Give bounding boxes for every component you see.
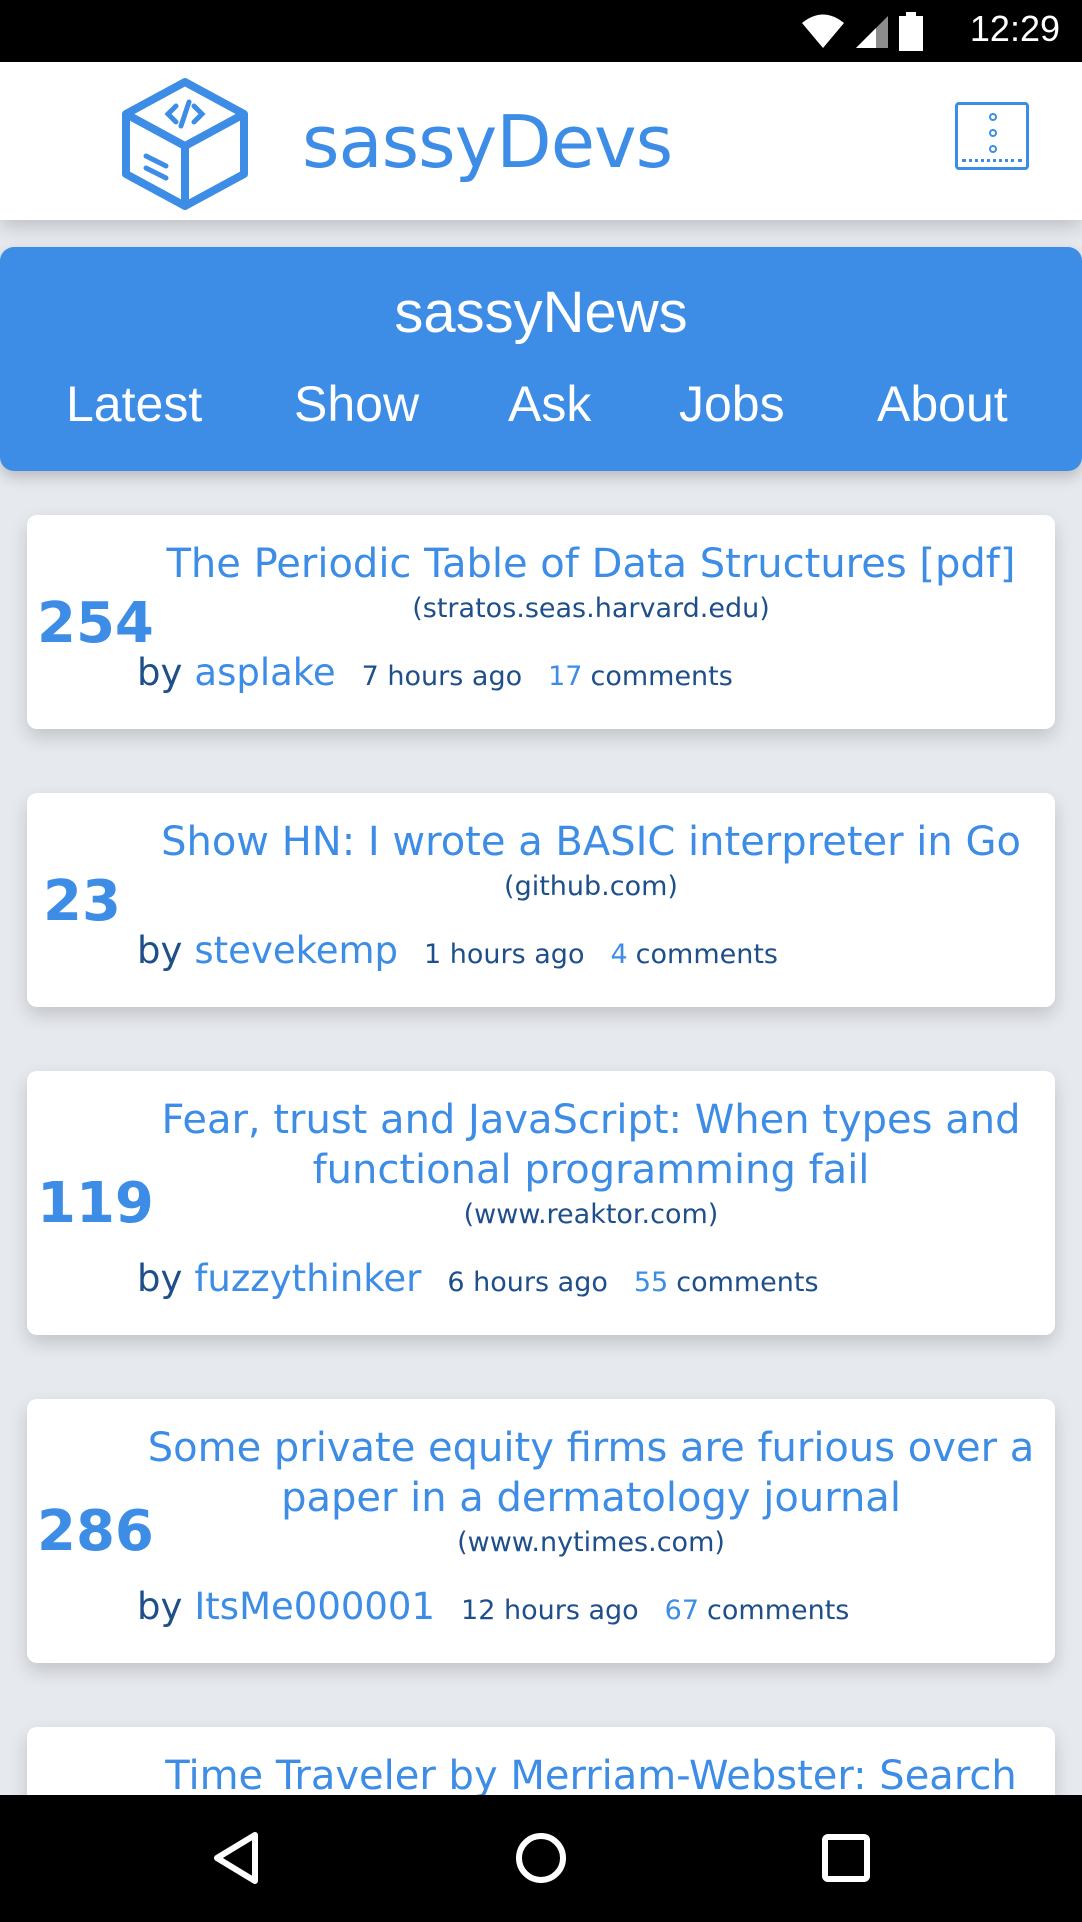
author-link[interactable]: stevekemp [194, 929, 398, 972]
recents-icon[interactable] [811, 1823, 881, 1893]
story-meta: by stevekemp 1 hours ago 4 comments [137, 929, 778, 972]
app-brand[interactable]: sassyDevs [302, 100, 673, 184]
app-header: sassyDevs [0, 62, 1082, 220]
comment-count[interactable]: 17 [548, 661, 582, 692]
story-title[interactable]: Fear, trust and JavaScript: When types a… [147, 1095, 1035, 1195]
tab-show[interactable]: Show [294, 375, 419, 433]
story-title[interactable]: The Periodic Table of Data Structures [p… [147, 539, 1035, 589]
by-label: by [137, 929, 183, 972]
tab-ask[interactable]: Ask [508, 375, 591, 433]
tab-about[interactable]: About [877, 375, 1008, 433]
back-icon[interactable] [201, 1823, 271, 1893]
wifi-icon [802, 14, 844, 48]
comment-count[interactable]: 4 [610, 939, 627, 970]
by-label: by [137, 1585, 183, 1628]
comments-link[interactable]: comments [707, 1595, 849, 1626]
comments-link[interactable]: comments [636, 939, 778, 970]
story-title[interactable]: Time Traveler by Merriam-Webster: Search [147, 1751, 1035, 1795]
author-link[interactable]: fuzzythinker [194, 1257, 421, 1300]
tab-latest[interactable]: Latest [66, 375, 202, 433]
section-title: sassyNews [394, 280, 688, 345]
menu-strip [962, 159, 1022, 163]
comments-link[interactable]: comments [590, 661, 732, 692]
menu-dot [989, 145, 997, 153]
story-score: 23 [43, 869, 121, 934]
story-meta: by ItsMe000001 12 hours ago 67 comments [137, 1585, 849, 1628]
story-list[interactable]: 254 The Periodic Table of Data Structure… [0, 471, 1082, 1795]
menu-icon[interactable] [955, 102, 1029, 170]
story-card[interactable]: 23 Show HN: I wrote a BASIC interpreter … [27, 793, 1055, 1007]
story-domain[interactable]: (stratos.seas.harvard.edu) [147, 593, 1035, 624]
code-box-logo[interactable] [116, 74, 254, 210]
menu-dot [989, 129, 997, 137]
story-age: 12 hours ago [461, 1595, 639, 1626]
story-domain[interactable]: (www.reaktor.com) [147, 1199, 1035, 1230]
by-label: by [137, 1257, 183, 1300]
comment-count[interactable]: 55 [634, 1267, 668, 1298]
menu-dot [989, 113, 997, 121]
author-link[interactable]: ItsMe000001 [194, 1585, 435, 1628]
battery-icon [899, 12, 923, 51]
author-link[interactable]: asplake [194, 651, 335, 694]
story-meta: by fuzzythinker 6 hours ago 55 comments [137, 1257, 819, 1300]
story-domain[interactable]: (www.nytimes.com) [147, 1527, 1035, 1558]
signal-icon [856, 16, 888, 48]
system-nav-bar [0, 1795, 1082, 1922]
story-age: 7 hours ago [361, 661, 523, 692]
story-card[interactable]: 119 Fear, trust and JavaScript: When typ… [27, 1071, 1055, 1335]
status-icons [800, 12, 924, 52]
home-icon[interactable] [506, 1823, 576, 1893]
status-time: 12:29 [969, 8, 1060, 49]
status-bar: 12:29 [0, 0, 1082, 62]
story-score: 286 [37, 1499, 154, 1564]
by-label: by [137, 651, 183, 694]
comments-link[interactable]: comments [676, 1267, 818, 1298]
story-card[interactable]: 286 Some private equity firms are furiou… [27, 1399, 1055, 1663]
story-title[interactable]: Some private equity firms are furious ov… [147, 1423, 1035, 1523]
story-domain[interactable]: (github.com) [147, 871, 1035, 902]
story-score: 254 [37, 591, 154, 656]
tab-bar: Latest Show Ask Jobs About [0, 375, 1082, 455]
story-card[interactable]: 254 The Periodic Table of Data Structure… [27, 515, 1055, 729]
story-score: 119 [37, 1171, 154, 1236]
story-card[interactable]: Time Traveler by Merriam-Webster: Search [27, 1727, 1055, 1795]
story-age: 6 hours ago [447, 1267, 608, 1298]
story-meta: by asplake 7 hours ago 17 comments [137, 651, 733, 694]
comment-count[interactable]: 67 [665, 1595, 699, 1626]
story-age: 1 hours ago [424, 939, 585, 970]
tab-jobs[interactable]: Jobs [679, 375, 785, 433]
story-title[interactable]: Show HN: I wrote a BASIC interpreter in … [147, 817, 1035, 867]
news-header: sassyNews Latest Show Ask Jobs About [0, 247, 1082, 471]
